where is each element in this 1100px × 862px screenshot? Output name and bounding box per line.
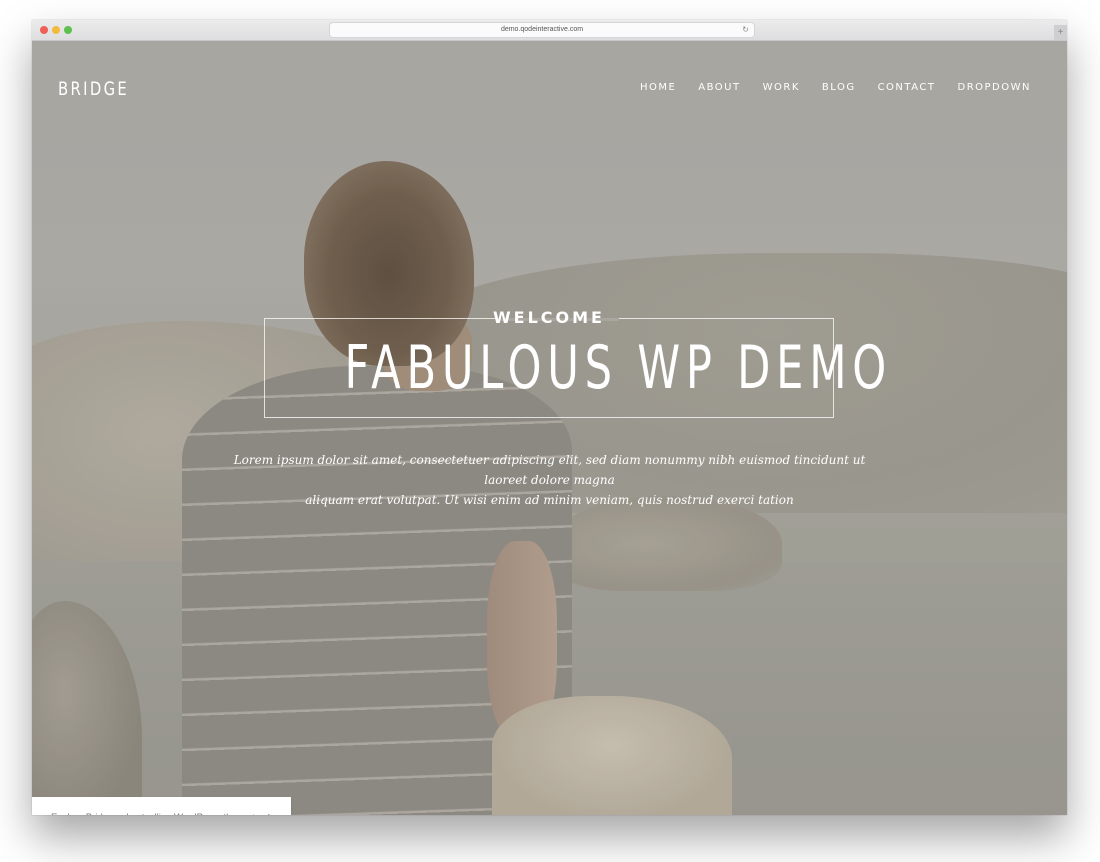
address-bar[interactable]: demo.qodeinteractive.com ↻ bbox=[330, 23, 754, 37]
nav-dropdown[interactable]: DROPDOWN bbox=[958, 82, 1032, 93]
main-nav: HOME ABOUT WORK BLOG CONTACT DROPDOWN bbox=[618, 82, 1031, 93]
page-viewport: BRIDGE HOME ABOUT WORK BLOG CONTACT DROP… bbox=[32, 41, 1067, 815]
promo-bar[interactable]: Explore Bridge, a bestselling WordPress … bbox=[32, 797, 291, 815]
browser-window: demo.qodeinteractive.com ↻ + BRIDGE HOME… bbox=[32, 20, 1067, 815]
hero-title: FABULOUS WP DEMO bbox=[344, 333, 893, 403]
new-tab-button[interactable]: + bbox=[1054, 25, 1067, 40]
nav-about[interactable]: ABOUT bbox=[698, 82, 740, 93]
reload-icon[interactable]: ↻ bbox=[742, 23, 749, 37]
image-overlay bbox=[32, 41, 1067, 815]
hero-description-line-2: aliquam erat volutpat. Ut wisi enim ad m… bbox=[305, 493, 794, 507]
site-logo[interactable]: BRIDGE bbox=[58, 78, 129, 100]
hero-kicker: WELCOME bbox=[493, 308, 605, 327]
hero-title-frame: WELCOME FABULOUS WP DEMO bbox=[264, 308, 893, 418]
close-window-button[interactable] bbox=[40, 26, 48, 34]
nav-work[interactable]: WORK bbox=[763, 82, 800, 93]
hero-description-line-1: Lorem ipsum dolor sit amet, consectetuer… bbox=[233, 453, 866, 487]
arrow-up-icon[interactable]: ↑ bbox=[266, 797, 272, 815]
maximize-window-button[interactable] bbox=[64, 26, 72, 34]
hero-description: Lorem ipsum dolor sit amet, consectetuer… bbox=[212, 450, 887, 510]
promo-divider bbox=[253, 814, 254, 815]
url-text: demo.qodeinteractive.com bbox=[500, 26, 584, 33]
nav-home[interactable]: HOME bbox=[640, 82, 676, 93]
promo-text[interactable]: Explore Bridge, a bestselling WordPress … bbox=[51, 797, 250, 815]
browser-toolbar: demo.qodeinteractive.com ↻ + bbox=[32, 20, 1067, 41]
nav-blog[interactable]: BLOG bbox=[822, 82, 856, 93]
nav-contact[interactable]: CONTACT bbox=[878, 82, 936, 93]
minimize-window-button[interactable] bbox=[52, 26, 60, 34]
